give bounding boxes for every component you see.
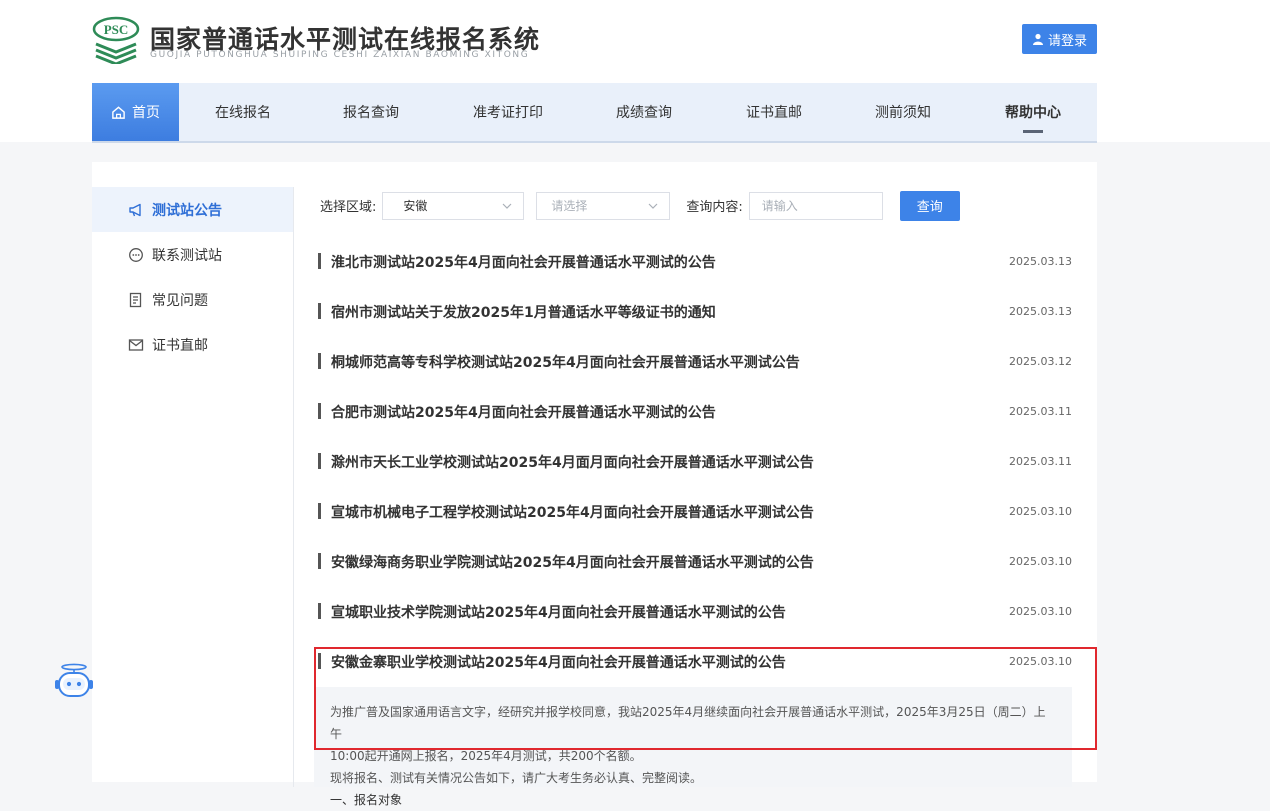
nav-item-certificate-mail[interactable]: 证书直邮 xyxy=(730,83,818,141)
announcement-title[interactable]: 淮北市测试站2025年4月面向社会开展普通话水平测试的公告 xyxy=(331,252,716,272)
sidebar-item-faq[interactable]: 常见问题 xyxy=(92,277,293,322)
announcement-list: 淮北市测试站2025年4月面向社会开展普通话水平测试的公告 2025.03.13 … xyxy=(314,235,1072,685)
announcement-title[interactable]: 安徽金寨职业学校测试站2025年4月面向社会开展普通话水平测试的公告 xyxy=(331,652,786,672)
nav-home-label: 首页 xyxy=(132,105,160,121)
document-icon xyxy=(129,292,142,307)
megaphone-icon xyxy=(129,203,141,216)
announcement-title[interactable]: 宿州市测试站关于发放2025年1月普通话水平等级证书的通知 xyxy=(331,302,716,322)
announcement-date: 2025.03.10 xyxy=(1009,605,1072,618)
robot-assistant-icon[interactable] xyxy=(52,663,96,701)
announcement-date: 2025.03.13 xyxy=(1009,255,1072,268)
chat-bubble-icon xyxy=(129,247,143,262)
announcement-date: 2025.03.12 xyxy=(1009,355,1072,368)
chevron-down-icon xyxy=(648,203,658,209)
announcement-title[interactable]: 宣城职业技术学院测试站2025年4月面向社会开展普通话水平测试的公告 xyxy=(331,602,786,622)
content-search-input[interactable] xyxy=(748,191,883,220)
sidebar-label: 常见问题 xyxy=(152,292,208,309)
sidebar: 测试站公告 联系测试站 常见问题 证书直邮 xyxy=(92,187,293,367)
nav-item-home[interactable]: 首页 xyxy=(92,83,179,141)
list-item[interactable]: 安徽金寨职业学校测试站2025年4月面向社会开展普通话水平测试的公告 2025.0… xyxy=(314,635,1072,685)
sidebar-item-certificate-mail[interactable]: 证书直邮 xyxy=(92,322,293,367)
list-item[interactable]: 淮北市测试站2025年4月面向社会开展普通话水平测试的公告 2025.03.13 xyxy=(314,235,1072,285)
nav-item-score-query[interactable]: 成绩查询 xyxy=(600,83,688,141)
user-icon xyxy=(1032,33,1043,45)
sidebar-divider xyxy=(293,187,294,787)
nav-help-label: 帮助中心 xyxy=(1005,105,1061,121)
announcement-date: 2025.03.10 xyxy=(1009,505,1072,518)
announcement-title[interactable]: 安徽绿海商务职业学院测试站2025年4月面向社会开展普通话水平测试的公告 xyxy=(331,552,814,572)
nav-item-help-center[interactable]: 帮助中心 xyxy=(989,83,1077,141)
list-item[interactable]: 滁州市天长工业学校测试站2025年4月面月面向社会开展普通话水平测试公告 2025… xyxy=(314,435,1072,485)
announcement-title[interactable]: 桐城师范高等专科学校测试站2025年4月面向社会开展普通话水平测试公告 xyxy=(331,352,800,372)
row-marker xyxy=(318,453,321,469)
row-marker xyxy=(318,503,321,519)
list-item[interactable]: 宣城职业技术学院测试站2025年4月面向社会开展普通话水平测试的公告 2025.0… xyxy=(314,585,1072,635)
login-button[interactable]: 请登录 xyxy=(1022,24,1097,54)
region-label: 选择区域: xyxy=(320,200,377,215)
chevron-down-icon xyxy=(502,203,512,209)
announcement-date: 2025.03.11 xyxy=(1009,455,1072,468)
nav-item-admission-print[interactable]: 准考证打印 xyxy=(462,83,554,141)
announcement-title[interactable]: 宣城市机械电子工程学校测试站2025年4月面向社会开展普通话水平测试公告 xyxy=(331,502,814,522)
city-select[interactable]: 请选择 xyxy=(536,191,671,220)
row-marker xyxy=(318,603,321,619)
row-marker xyxy=(318,253,321,269)
nav-active-indicator xyxy=(1023,130,1043,133)
sidebar-item-announcements[interactable]: 测试站公告 xyxy=(92,187,293,232)
detail-paragraph: 10:00起开通网上报名，2025年4月测试，共200个名额。 xyxy=(330,749,642,763)
list-item[interactable]: 宣城市机械电子工程学校测试站2025年4月面向社会开展普通话水平测试公告 2025… xyxy=(314,485,1072,535)
row-marker xyxy=(318,353,321,369)
sidebar-label: 测试站公告 xyxy=(152,202,222,219)
list-item[interactable]: 桐城师范高等专科学校测试站2025年4月面向社会开展普通话水平测试公告 2025.… xyxy=(314,335,1072,385)
row-marker xyxy=(318,403,321,419)
detail-paragraph: 为推广普及国家通用语言文字，经研究并报学校同意，我站2025年4月继续面向社会开… xyxy=(330,705,1046,741)
region-select[interactable]: 安徽 xyxy=(382,191,525,220)
list-item[interactable]: 宿州市测试站关于发放2025年1月普通话水平等级证书的通知 2025.03.13 xyxy=(314,285,1072,335)
sidebar-label: 联系测试站 xyxy=(152,247,222,264)
filter-bar: 选择区域: 安徽 请选择 查询内容: 查询 xyxy=(320,190,960,221)
city-placeholder: 请选择 xyxy=(551,199,588,213)
sidebar-item-contact[interactable]: 联系测试站 xyxy=(92,232,293,277)
announcement-date: 2025.03.13 xyxy=(1009,305,1072,318)
announcement-title[interactable]: 合肥市测试站2025年4月面向社会开展普通话水平测试的公告 xyxy=(331,402,716,422)
announcement-date: 2025.03.10 xyxy=(1009,555,1072,568)
content-card: 测试站公告 联系测试站 常见问题 证书直邮 选择区域: 安徽 请选择 查询内容:… xyxy=(92,162,1097,807)
row-marker xyxy=(318,553,321,569)
sidebar-label: 证书直邮 xyxy=(152,337,208,354)
announcement-date: 2025.03.11 xyxy=(1009,405,1072,418)
query-button[interactable]: 查询 xyxy=(899,190,960,221)
nav-item-pretest-notes[interactable]: 测前须知 xyxy=(859,83,947,141)
main-nav: 首页 在线报名 报名查询 准考证打印 成绩查询 证书直邮 测前须知 帮助中心 xyxy=(92,83,1097,143)
psc-logo: PSC xyxy=(92,16,140,64)
region-value: 安徽 xyxy=(403,199,428,213)
list-item[interactable]: 安徽绿海商务职业学院测试站2025年4月面向社会开展普通话水平测试的公告 2025… xyxy=(314,535,1072,585)
content-label: 查询内容: xyxy=(686,200,743,215)
detail-heading: 一、报名对象 xyxy=(330,793,403,807)
row-marker xyxy=(318,653,321,669)
envelope-icon xyxy=(128,338,144,351)
list-item[interactable]: 合肥市测试站2025年4月面向社会开展普通话水平测试的公告 2025.03.11 xyxy=(314,385,1072,435)
row-marker xyxy=(318,303,321,319)
login-label: 请登录 xyxy=(1047,33,1087,49)
home-icon xyxy=(112,105,125,119)
announcement-date: 2025.03.10 xyxy=(1009,655,1072,668)
svg-text:PSC: PSC xyxy=(104,22,129,37)
announcement-detail: 为推广普及国家通用语言文字，经研究并报学校同意，我站2025年4月继续面向社会开… xyxy=(314,687,1072,807)
nav-item-register-query[interactable]: 报名查询 xyxy=(327,83,415,141)
announcement-title[interactable]: 滁州市天长工业学校测试站2025年4月面月面向社会开展普通话水平测试公告 xyxy=(331,452,814,472)
detail-paragraph: 现将报名、测试有关情况公告如下，请广大考生务必认真、完整阅读。 xyxy=(330,771,703,785)
nav-item-online-register[interactable]: 在线报名 xyxy=(199,83,287,141)
site-subtitle: GUOJIA PUTONGHUA SHUIPING CESHI ZAIXIAN … xyxy=(150,50,530,60)
